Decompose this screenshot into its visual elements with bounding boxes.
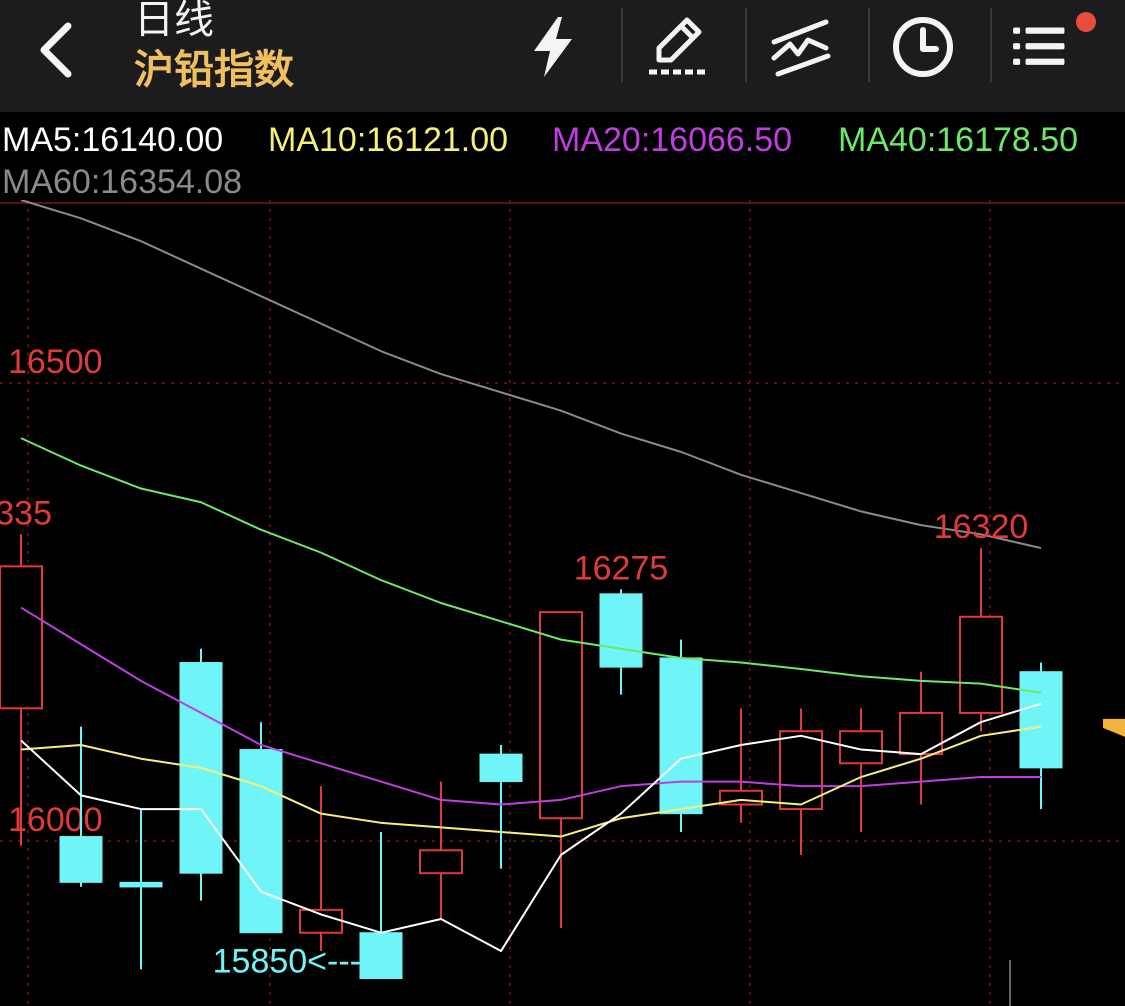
title-block: 日线 沪铅指数: [134, 0, 294, 96]
indicator-button[interactable]: [766, 12, 836, 82]
ma5-label: MA5:16140.00: [2, 121, 224, 159]
current-price-marker: [1103, 718, 1125, 737]
pen-icon: [649, 17, 707, 75]
high-price-label: 16320: [934, 508, 1029, 546]
high-price-label: 16275: [574, 549, 669, 587]
ma60-label: MA60:16354.08: [2, 163, 243, 201]
candle-body-down: [1019, 671, 1063, 769]
toolbar-divider: [745, 8, 747, 82]
history-button[interactable]: [888, 12, 958, 82]
ma10-label: MA10:16121.00: [268, 121, 509, 159]
candle-body-up: [899, 711, 943, 756]
ma10-line: [20, 725, 1042, 838]
candle-body-down: [239, 749, 283, 934]
toolbar-divider: [621, 8, 623, 82]
toolbar-divider: [990, 8, 992, 82]
flash-icon: [534, 17, 572, 77]
ma20-line: [20, 606, 1041, 806]
candle-body-down: [659, 657, 703, 815]
candle-body-up: [0, 565, 43, 710]
candle-body-up: [959, 615, 1003, 714]
candle-body-up: [539, 611, 583, 820]
price-axis-label: 16000: [8, 801, 103, 839]
price-axis-label: 16500: [8, 343, 103, 381]
ma20-label: MA20:16066.50: [552, 121, 793, 159]
low-price-label: 15850<---: [213, 943, 361, 981]
ma40-label: MA40:16178.50: [838, 121, 1079, 159]
candle-body-down: [479, 753, 523, 783]
ma40-line: [20, 437, 1042, 694]
candle-body-up: [839, 730, 883, 765]
trend-icon: [771, 19, 831, 77]
back-icon: [40, 22, 72, 78]
candle-body-up: [299, 908, 343, 934]
back-button[interactable]: [28, 18, 84, 82]
candle-body-down: [599, 593, 643, 668]
candle-body-down: [59, 836, 103, 883]
toolbar-divider: [868, 8, 870, 82]
top-bar: 日线 沪铅指数: [0, 0, 1125, 112]
menu-icon: [1013, 27, 1065, 65]
high-price-label: 16335: [0, 494, 52, 532]
draw-button[interactable]: [643, 12, 713, 82]
period-title: 日线: [134, 0, 214, 43]
clock-icon: [893, 17, 953, 77]
notification-badge: [1076, 12, 1096, 32]
candle-body-up: [419, 849, 463, 875]
instrument-name: 沪铅指数: [134, 47, 294, 93]
menu-button[interactable]: [1010, 12, 1096, 82]
flash-button[interactable]: [518, 12, 588, 82]
candle-body-down: [119, 881, 163, 888]
ma5-line: [20, 702, 1042, 953]
candlestick-chart[interactable]: 16500 16000 16335 16275 16320 15850<---: [0, 200, 1125, 1006]
candle-body-down: [359, 932, 403, 980]
